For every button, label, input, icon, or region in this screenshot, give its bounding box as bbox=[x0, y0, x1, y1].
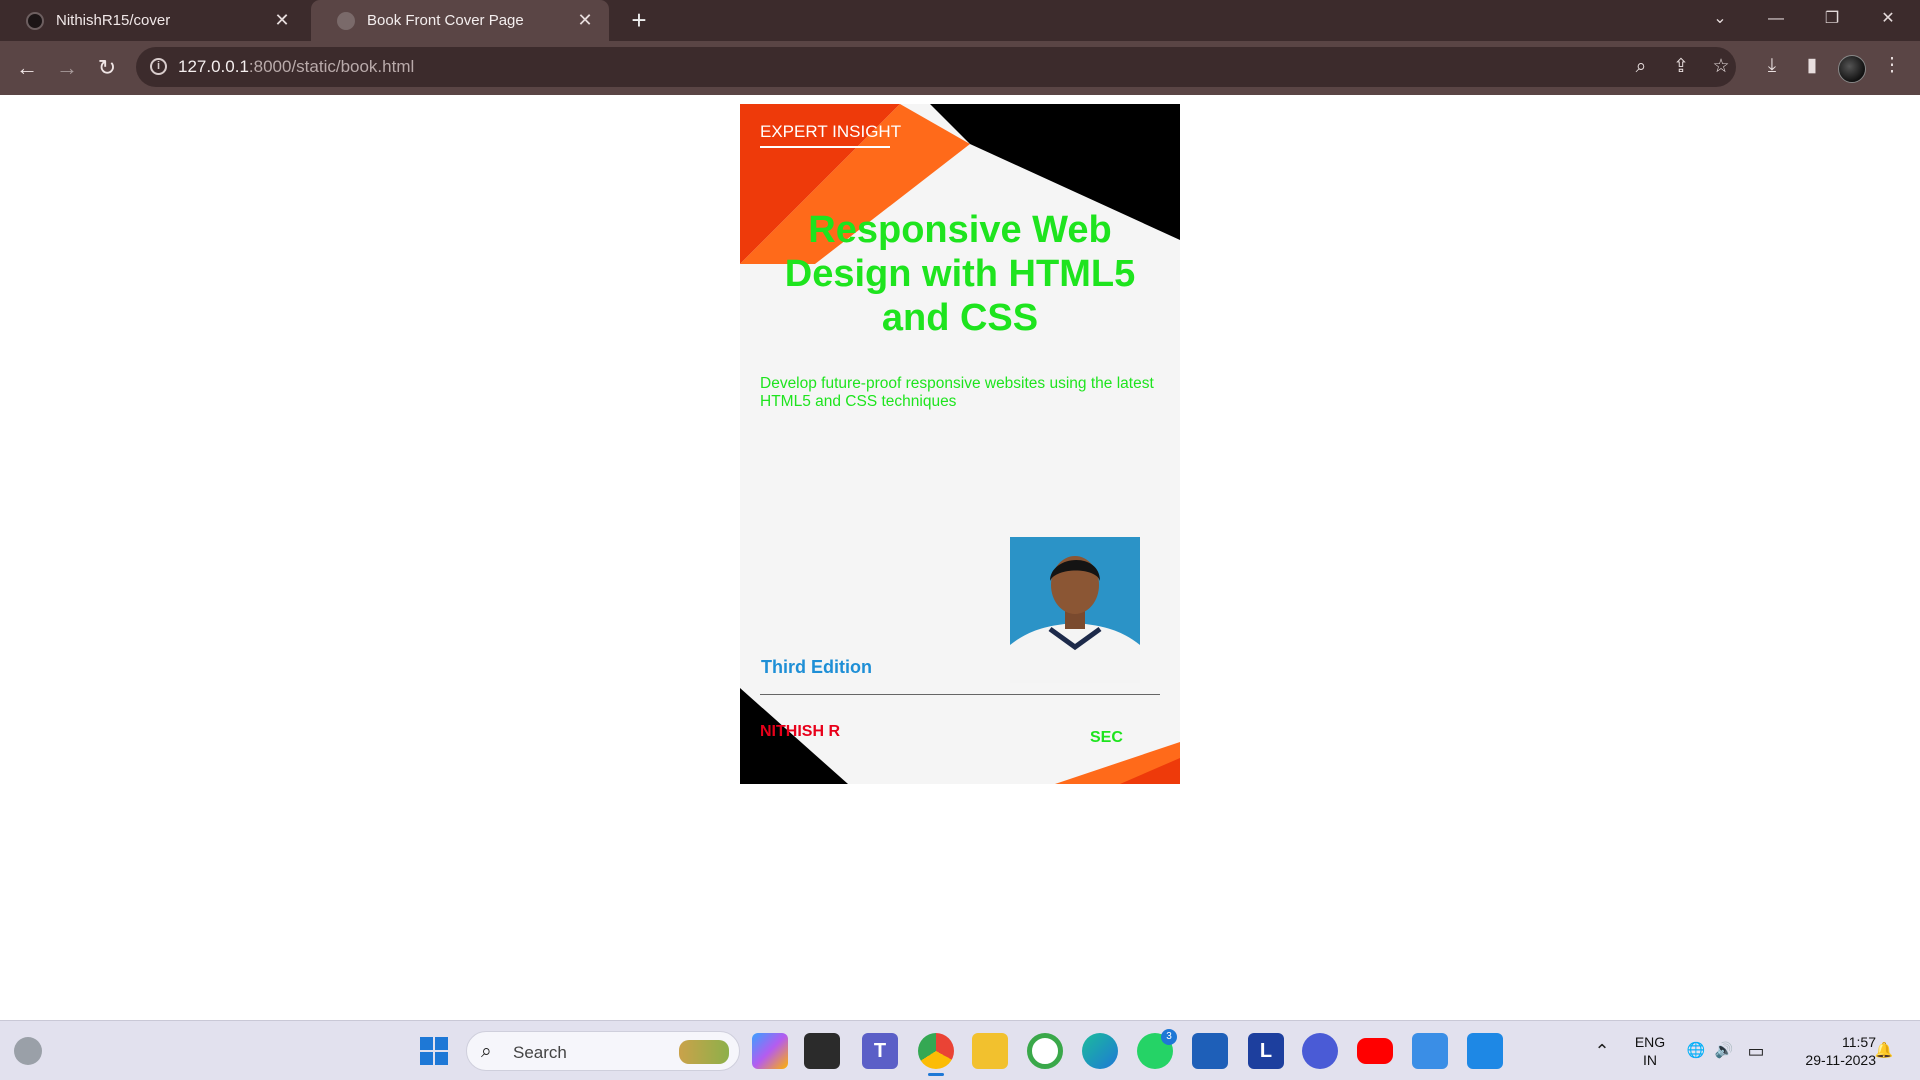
microsoft-store-icon[interactable] bbox=[1192, 1033, 1228, 1069]
minimize-button[interactable]: — bbox=[1748, 0, 1804, 41]
tab-github-cover[interactable]: NithishR15/cover ✕ bbox=[0, 0, 306, 41]
terminal-icon[interactable] bbox=[804, 1033, 840, 1069]
taskbar-search[interactable]: ⌕ Search bbox=[466, 1031, 740, 1071]
tray-chevron-icon[interactable]: ⌃ bbox=[1590, 1039, 1614, 1063]
windows-logo-pane bbox=[420, 1052, 433, 1065]
close-tab-icon[interactable]: ✕ bbox=[272, 10, 292, 31]
language-indicator[interactable]: ENG IN bbox=[1630, 1033, 1670, 1069]
tab-title: Book Front Cover Page bbox=[367, 12, 524, 29]
zoom-icon[interactable]: ⌕ bbox=[1626, 52, 1656, 82]
cover-divider bbox=[760, 694, 1160, 695]
download-icon[interactable]: ⤓ bbox=[1757, 51, 1787, 81]
tab-title: NithishR15/cover bbox=[56, 12, 171, 29]
whatsapp-icon[interactable]: 3 bbox=[1137, 1029, 1177, 1069]
start-button[interactable] bbox=[420, 1037, 448, 1065]
person-portrait-icon bbox=[1010, 537, 1140, 683]
author-name: NITHISH R bbox=[760, 723, 840, 740]
reload-button[interactable]: ↻ bbox=[90, 51, 124, 85]
windows-logo-pane bbox=[435, 1037, 448, 1050]
edge-icon[interactable] bbox=[1082, 1033, 1118, 1069]
arc-app-icon[interactable] bbox=[1302, 1033, 1338, 1069]
tab-strip: NithishR15/cover ✕ Book Front Cover Page… bbox=[0, 0, 1920, 41]
search-highlight-image bbox=[679, 1040, 729, 1064]
language-code: ENG bbox=[1634, 1034, 1666, 1050]
address-field[interactable]: i 127.0.0.1:8000/static/book.html ⌕ ⇪ ☆ bbox=[136, 47, 1736, 87]
region-code: IN bbox=[1643, 1052, 1657, 1068]
bookmark-star-icon[interactable]: ☆ bbox=[1706, 52, 1736, 82]
github-icon bbox=[26, 11, 44, 30]
chrome-icon[interactable] bbox=[918, 1033, 954, 1076]
l-app-icon[interactable]: L bbox=[1248, 1033, 1284, 1069]
file-explorer-icon[interactable] bbox=[972, 1033, 1008, 1069]
volume-icon[interactable]: 🔊 bbox=[1712, 1039, 1736, 1063]
book-tagline: Develop future-proof responsive websites… bbox=[760, 375, 1154, 410]
weather-widget-icon[interactable] bbox=[14, 1037, 42, 1065]
expert-insight-label: EXPERT INSIGHT bbox=[760, 122, 901, 148]
new-tab-button[interactable]: + bbox=[624, 6, 654, 36]
network-icon[interactable]: 🌐 bbox=[1684, 1039, 1708, 1063]
search-icon: ⌕ bbox=[481, 1041, 492, 1062]
restore-button[interactable]: ❐ bbox=[1804, 0, 1860, 41]
close-window-button[interactable]: ✕ bbox=[1860, 0, 1916, 41]
taskbar: ⌕ Search T 3 L ⌃ ENG IN 🌐 🔊 ▭ 11:57 29-1… bbox=[0, 1020, 1920, 1080]
clock[interactable]: 11:57 29-11-2023 bbox=[1780, 1033, 1876, 1069]
author-photo bbox=[1010, 537, 1140, 683]
tab-book-front-cover[interactable]: Book Front Cover Page ✕ bbox=[311, 0, 609, 41]
whatsapp-badge: 3 bbox=[1161, 1029, 1177, 1045]
url-path: :8000/static/book.html bbox=[248, 57, 415, 76]
url-host: 127.0.0.1 bbox=[178, 57, 249, 76]
search-placeholder: Search bbox=[513, 1043, 567, 1062]
publisher-name: SEC bbox=[1090, 729, 1123, 746]
close-tab-icon[interactable]: ✕ bbox=[575, 10, 595, 31]
menu-icon[interactable]: ⋮ bbox=[1877, 51, 1907, 81]
book-title: Responsive Web Design with HTML5 and CSS bbox=[784, 209, 1136, 339]
vscode-icon[interactable] bbox=[1467, 1033, 1503, 1069]
back-button[interactable]: ← bbox=[10, 51, 44, 85]
browser-toolbar: ← → ↻ i 127.0.0.1:8000/static/book.html … bbox=[0, 41, 1920, 95]
teams-icon[interactable]: T bbox=[862, 1033, 898, 1069]
share-icon[interactable]: ⇪ bbox=[1666, 52, 1696, 82]
address-bar[interactable]: i 127.0.0.1:8000/static/book.html ⌕ ⇪ ☆ bbox=[136, 47, 1920, 87]
profile-avatar[interactable] bbox=[1838, 55, 1866, 83]
side-panel-icon[interactable]: ▮ bbox=[1797, 51, 1827, 81]
edition-label: Third Edition bbox=[761, 657, 872, 677]
tab-search-button[interactable]: ⌄ bbox=[1692, 0, 1748, 41]
app-ring-icon[interactable] bbox=[1027, 1033, 1063, 1069]
site-info-icon[interactable]: i bbox=[150, 58, 167, 75]
youtube-icon[interactable] bbox=[1357, 1038, 1393, 1064]
book-cover: EXPERT INSIGHT Responsive Web Design wit… bbox=[740, 104, 1180, 784]
battery-icon[interactable]: ▭ bbox=[1744, 1039, 1768, 1063]
clock-time: 11:57 bbox=[1842, 1034, 1876, 1050]
globe-icon bbox=[337, 11, 355, 30]
url-text[interactable]: 127.0.0.1:8000/static/book.html bbox=[178, 57, 414, 77]
clock-date: 29-11-2023 bbox=[1805, 1052, 1876, 1068]
forward-button[interactable]: → bbox=[50, 51, 84, 85]
windows-logo-pane bbox=[420, 1037, 433, 1050]
notification-bell-icon[interactable]: 🔔 bbox=[1872, 1039, 1896, 1063]
copilot-icon[interactable] bbox=[752, 1033, 788, 1069]
windows-logo-pane bbox=[435, 1052, 448, 1065]
notepad-icon[interactable] bbox=[1412, 1033, 1448, 1069]
